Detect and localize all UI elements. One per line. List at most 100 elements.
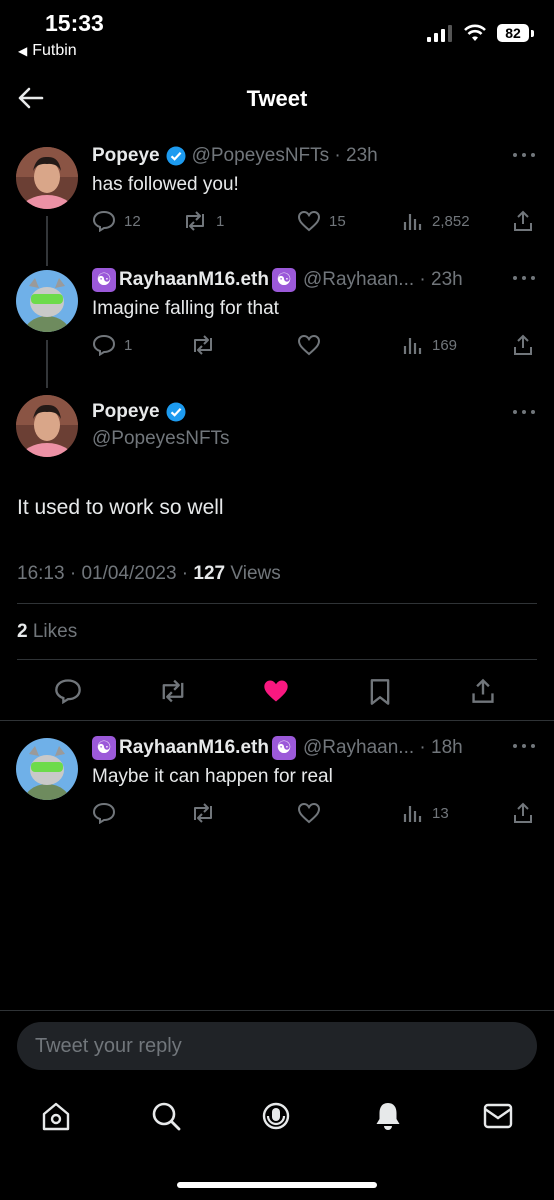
views-button[interactable]: 2,852 [402, 210, 470, 232]
retweet-icon [186, 211, 204, 231]
retweet-button[interactable] [190, 802, 216, 824]
tweet-actions: 13 [92, 802, 536, 826]
separator-dot: · [329, 145, 347, 166]
views-count: 13 [432, 804, 449, 822]
verified-badge-icon [166, 146, 186, 166]
views-count: 169 [432, 336, 458, 354]
author-handle[interactable]: @Rayhaan... [303, 269, 414, 291]
views-count: 2,852 [432, 212, 470, 230]
messages-icon[interactable] [482, 1102, 514, 1130]
tweet-actions: 1 169 [92, 334, 536, 358]
bottom-nav [0, 1090, 554, 1150]
status-icons: 82 [427, 24, 534, 42]
reply-button[interactable]: 12 [92, 210, 141, 232]
tweet-header: Popeye @PopeyesNFTs · 23h [92, 145, 378, 167]
reply-count: 1 [124, 336, 133, 354]
author-handle[interactable]: @Rayhaan... [303, 737, 414, 759]
share-button[interactable] [512, 802, 534, 828]
reply-icon [92, 210, 116, 232]
divider [0, 720, 554, 721]
share-icon [514, 802, 532, 823]
reply-input[interactable]: Tweet your reply [17, 1022, 537, 1070]
likes-summary[interactable]: 2 Likes [17, 621, 77, 643]
divider [17, 659, 537, 660]
avatar-popeye[interactable] [16, 147, 78, 209]
home-indicator [177, 1182, 377, 1188]
wifi-icon [464, 24, 486, 41]
separator-dot: · [414, 737, 432, 758]
avatar-rayhaan[interactable] [16, 738, 78, 800]
yin-yang-emoji-icon: ☯ [92, 736, 116, 760]
spaces-icon[interactable] [260, 1100, 292, 1132]
more-options-button[interactable] [513, 410, 535, 416]
tweet-time: 16:13 [17, 563, 65, 584]
more-options-button[interactable] [513, 744, 535, 750]
views-label: Views [230, 563, 281, 584]
main-tweet-text: It used to work so well [17, 496, 224, 519]
reply-icon[interactable] [54, 678, 82, 704]
avatar-rayhaan[interactable] [16, 270, 78, 332]
thread-connector [46, 340, 48, 388]
author-handle[interactable]: @PopeyesNFTs [92, 428, 230, 450]
likes-label: Likes [32, 621, 78, 642]
retweet-icon [194, 803, 212, 823]
yin-yang-emoji-icon: ☯ [271, 736, 296, 760]
share-button[interactable] [512, 334, 534, 360]
reply-icon [92, 802, 116, 824]
reply-count: 12 [124, 212, 141, 230]
divider [17, 603, 537, 604]
status-time: 15:33 [45, 10, 104, 36]
page-title: Tweet [246, 86, 308, 111]
heart-filled-icon[interactable] [262, 678, 290, 704]
top-header: Tweet [0, 62, 554, 132]
more-options-button[interactable] [513, 153, 535, 159]
retweet-button[interactable]: 1 [182, 210, 224, 232]
reply-button[interactable]: 1 [92, 334, 132, 356]
share-icon[interactable] [470, 678, 496, 704]
search-icon[interactable] [150, 1100, 182, 1132]
home-icon[interactable] [40, 1100, 72, 1132]
main-tweet-actions [0, 676, 554, 706]
divider [0, 1010, 554, 1011]
author-name[interactable]: Popeye [92, 145, 160, 167]
retweet-icon[interactable] [158, 678, 188, 704]
author-handle[interactable]: @PopeyesNFTs [192, 145, 330, 167]
separator-dot: · [414, 269, 432, 290]
yin-yang-emoji-icon: ☯ [271, 268, 296, 292]
like-button[interactable] [297, 334, 321, 356]
share-icon [514, 334, 532, 355]
back-to-app-link[interactable]: ◀ Futbin [18, 42, 77, 60]
main-tweet-author: Popeye [92, 401, 192, 423]
verified-badge-icon [166, 402, 186, 422]
retweet-button[interactable] [190, 334, 216, 356]
views-button[interactable]: 13 [402, 802, 449, 824]
author-name[interactable]: Popeye [92, 401, 160, 423]
retweet-count: 1 [216, 212, 225, 230]
reply-button[interactable] [92, 802, 116, 824]
tweet-text: Maybe it can happen for real [92, 766, 333, 787]
heart-icon [297, 334, 321, 356]
tweet-text: Imagine falling for that [92, 298, 279, 319]
heart-icon [297, 210, 321, 232]
views-button[interactable]: 169 [402, 334, 457, 356]
cellular-signal-icon [427, 25, 452, 42]
back-triangle-icon: ◀ [18, 44, 28, 58]
like-button[interactable] [297, 802, 321, 824]
heart-icon [297, 802, 321, 824]
tweet-timestamp: 16:13 · 01/04/2023 · 127 Views [17, 563, 281, 584]
more-options-button[interactable] [513, 276, 535, 282]
avatar-popeye[interactable] [16, 395, 78, 457]
battery-icon: 82 [497, 24, 529, 42]
views-total: 127 [193, 563, 226, 584]
bookmark-icon[interactable] [368, 678, 392, 706]
like-button[interactable]: 15 [297, 210, 346, 232]
notifications-icon[interactable] [372, 1100, 404, 1132]
tweet-header: ☯ RayhaanM16.eth ☯ @Rayhaan... · 23h [92, 268, 463, 292]
yin-yang-emoji-icon: ☯ [92, 268, 116, 292]
author-name[interactable]: RayhaanM16.eth [119, 269, 269, 291]
tweet-age: 23h [346, 145, 378, 166]
tweet-date: 01/04/2023 [81, 563, 177, 584]
views-icon [403, 338, 422, 354]
share-button[interactable] [512, 210, 534, 236]
author-name[interactable]: RayhaanM16.eth [119, 737, 269, 759]
